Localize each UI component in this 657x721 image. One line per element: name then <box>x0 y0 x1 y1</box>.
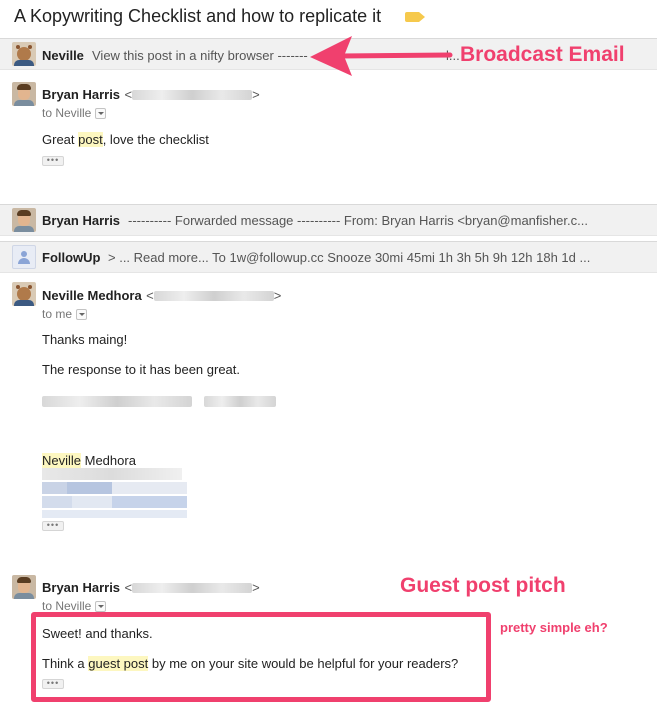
signature-text: Medhora <box>81 453 136 468</box>
sender-name: FollowUp <box>42 250 101 265</box>
recipient-line[interactable]: to me <box>42 307 88 321</box>
sender-name: Bryan Harris <box>42 213 121 228</box>
redacted-email <box>132 89 253 100</box>
message-header: Neville Medhora < > <box>42 287 281 305</box>
avatar <box>12 208 36 232</box>
message-collapsed-followup[interactable]: FollowUp > ... Read more... To 1w@follow… <box>0 241 657 273</box>
annotation-broadcast-email: Broadcast Email <box>460 43 625 66</box>
message-body-line: Thanks maing! <box>42 332 128 347</box>
search-highlight: post <box>78 132 103 147</box>
search-highlight: Neville <box>42 453 82 468</box>
message-header: Bryan Harris < > <box>42 86 260 104</box>
redacted-text <box>204 396 276 407</box>
recipient-label: to Neville <box>42 106 92 120</box>
sender-email-close: > <box>252 580 260 595</box>
redacted-signature-block <box>42 468 187 518</box>
avatar <box>12 575 36 599</box>
sender-name: Bryan Harris <box>42 87 121 102</box>
label-tag-icon[interactable] <box>405 12 425 22</box>
thread-subject: A Kopywriting Checklist and how to repli… <box>14 6 382 26</box>
show-trimmed-button[interactable]: ••• <box>42 156 64 166</box>
recipient-line[interactable]: to Neville <box>42 106 107 120</box>
body-text: , love the checklist <box>102 132 209 147</box>
body-text: Great <box>42 132 79 147</box>
redacted-email <box>153 290 274 301</box>
message-snippet: > ... Read more... To 1w@followup.cc Sno… <box>108 250 591 265</box>
annotation-pretty-simple: pretty simple eh? <box>500 620 608 635</box>
avatar <box>12 42 36 66</box>
message-body: Great post, love the checklist <box>42 132 209 147</box>
highlight-box-annotation <box>31 612 491 702</box>
sender-name: Bryan Harris <box>42 580 121 595</box>
chevron-down-icon[interactable] <box>95 108 107 120</box>
signature: Neville Medhora <box>42 453 136 468</box>
sender-email-open: < <box>146 288 154 303</box>
chevron-down-icon[interactable] <box>95 601 107 613</box>
redacted-email <box>132 582 253 593</box>
recipient-label: to Neville <box>42 599 92 613</box>
chevron-down-icon[interactable] <box>76 309 88 321</box>
arrow-annotation-icon <box>310 36 453 76</box>
avatar <box>12 282 36 306</box>
avatar <box>12 245 36 269</box>
sender-email-close: > <box>252 87 260 102</box>
redacted-text <box>42 396 192 407</box>
sender-email-close: > <box>273 288 282 303</box>
recipient-label: to me <box>42 307 73 321</box>
message-snippet: ---------- Forwarded message ---------- … <box>128 213 588 228</box>
sender-email-open: < <box>124 580 133 595</box>
recipient-line[interactable]: to Neville <box>42 599 107 613</box>
message-body-line: The response to it has been great. <box>42 362 241 377</box>
message-collapsed-forwarded[interactable]: Bryan Harris ---------- Forwarded messag… <box>0 204 657 236</box>
message-snippet: View this post in a nifty browser ------… <box>92 48 308 63</box>
sender-name: Neville <box>42 48 84 63</box>
show-trimmed-button[interactable]: ••• <box>42 521 64 531</box>
annotation-guest-post-pitch: Guest post pitch <box>400 574 566 597</box>
sender-name: Neville Medhora <box>42 288 142 303</box>
sender-email-open: < <box>124 87 133 102</box>
avatar <box>12 82 36 106</box>
message-header: Bryan Harris < > <box>42 579 260 597</box>
